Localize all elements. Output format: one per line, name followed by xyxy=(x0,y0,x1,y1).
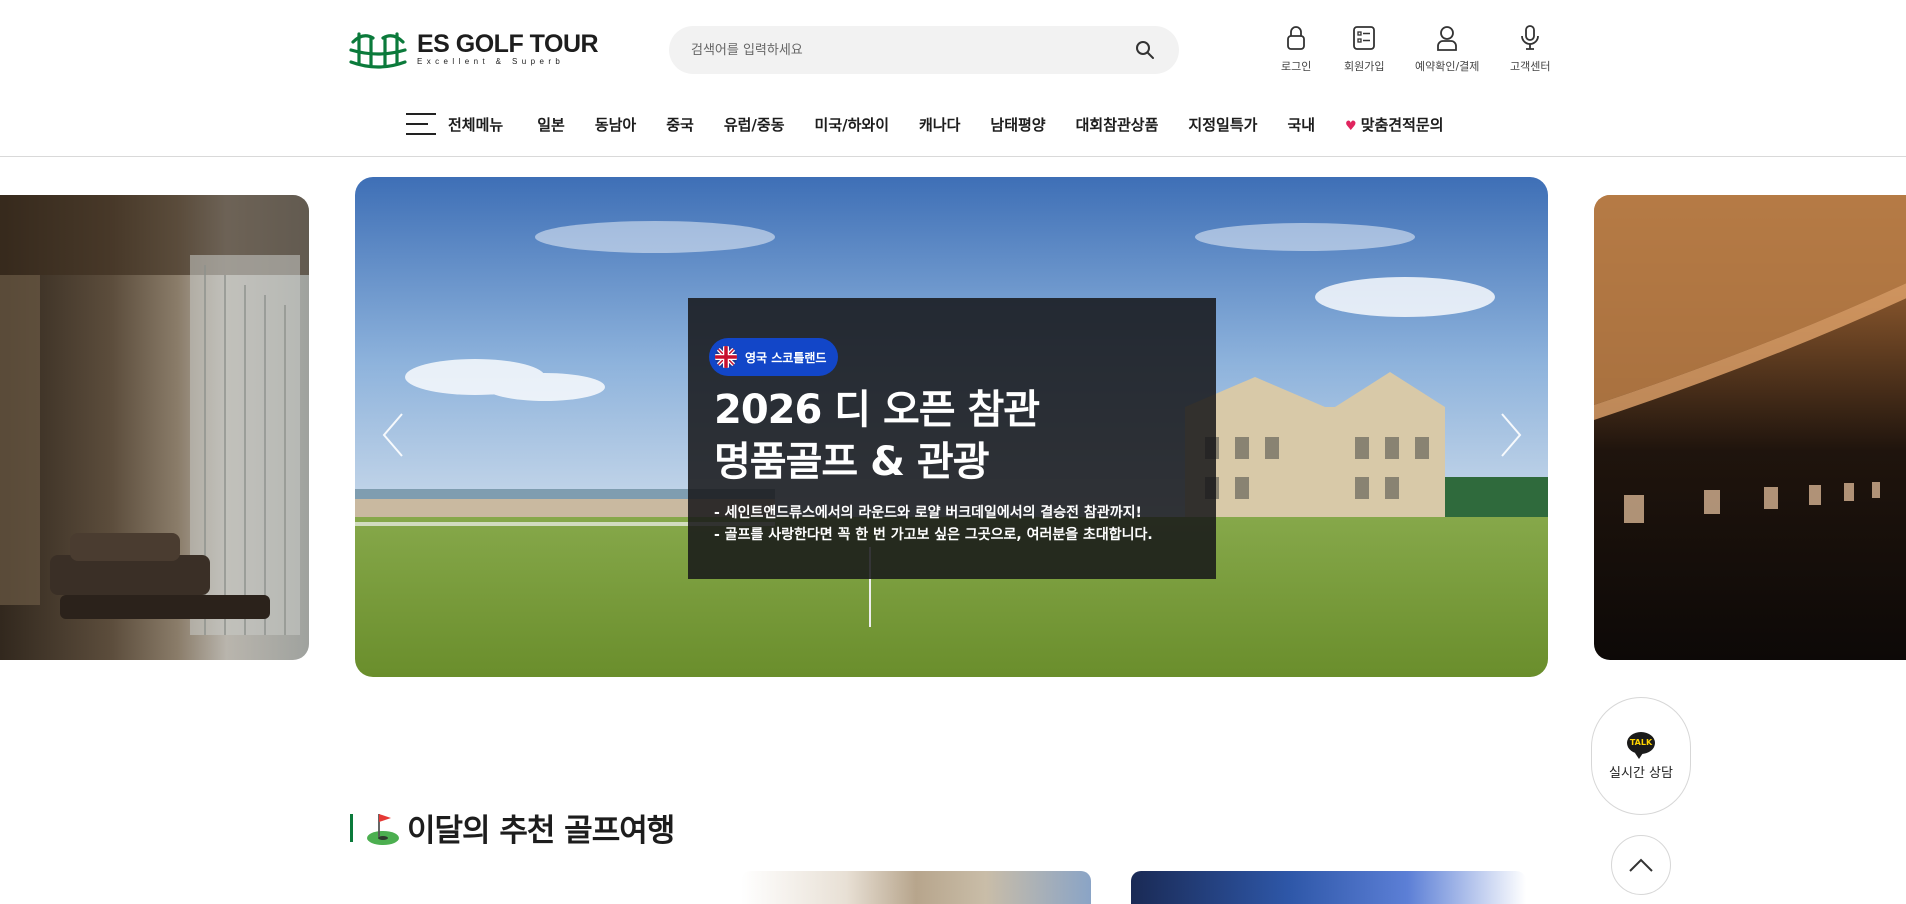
reservation-button[interactable]: 예약확인/결제 xyxy=(1415,24,1479,74)
logo-mark-icon xyxy=(349,32,407,69)
customer-center-button[interactable]: 고객센터 xyxy=(1510,24,1550,74)
golf-flag-icon xyxy=(367,813,399,845)
section-title: 이달의 추천 골프여행 xyxy=(407,813,675,849)
custom-quote-label: 맞춤견적문의 xyxy=(1360,115,1444,134)
slider-prev-arrow-icon[interactable] xyxy=(378,410,408,460)
nav-item-tournament[interactable]: 대회참관상품 xyxy=(1076,114,1159,135)
nav-item-south-pacific[interactable]: 남태평양 xyxy=(990,114,1045,135)
live-chat-button[interactable]: TALK 실시간 상담 xyxy=(1591,697,1691,815)
main-navigation: 전체메뉴 일본 동남아 중국 유럽/중동 미국/하와이 캐나다 남태평양 대회참… xyxy=(406,110,1444,138)
nav-item-custom-quote[interactable]: ♥ 맞춤견적문의 xyxy=(1345,114,1443,135)
slider-next-arrow-icon[interactable] xyxy=(1496,410,1526,460)
logo[interactable]: ES GOLF TOUR Excellent & Superb xyxy=(349,28,599,70)
nav-item-special[interactable]: 지정일특가 xyxy=(1188,114,1257,135)
tour-card-thumbnail[interactable] xyxy=(741,871,1091,904)
nav-item-usa[interactable]: 미국/하와이 xyxy=(815,114,889,135)
slide-desc-line1: - 세인트앤드류스에서의 라운드와 로얄 버크데일에서의 결승전 참관까지! xyxy=(714,505,1142,521)
slide-caption: 영국 스코틀랜드 2026 디 오픈 참관 명품골프 & 관광 - 세인트앤드류… xyxy=(688,298,1216,579)
main-slide[interactable]: 영국 스코틀랜드 2026 디 오픈 참관 명품골프 & 관광 - 세인트앤드류… xyxy=(355,177,1548,677)
signup-button[interactable]: 회원가입 xyxy=(1344,24,1384,74)
heading-accent-bar xyxy=(350,813,353,842)
slide-next-preview[interactable] xyxy=(1594,195,1906,660)
microphone-icon xyxy=(1521,25,1540,50)
nav-item-southeast-asia[interactable]: 동남아 xyxy=(595,114,636,135)
nav-item-china[interactable]: 중국 xyxy=(666,114,694,135)
search-input[interactable] xyxy=(691,42,1133,58)
scroll-top-button[interactable] xyxy=(1611,835,1671,895)
chevron-up-icon xyxy=(1629,858,1653,872)
brand-tagline: Excellent & Superb xyxy=(417,57,565,66)
section-heading: 이달의 추천 골프여행 xyxy=(350,805,675,850)
customer-center-label: 고객센터 xyxy=(1510,60,1551,73)
all-menu-label: 전체메뉴 xyxy=(448,115,504,134)
search-icon[interactable] xyxy=(1133,38,1157,62)
search-bar xyxy=(669,26,1179,74)
tour-card-thumbnail[interactable] xyxy=(1131,871,1526,904)
lock-icon xyxy=(1287,26,1306,50)
login-button[interactable]: 로그인 xyxy=(1281,24,1311,74)
region-badge: 영국 스코틀랜드 xyxy=(709,338,839,376)
slide-desc-line2: - 골프를 사랑한다면 꼭 한 번 가고보 싶은 그곳으로, 여러분을 초대합니… xyxy=(714,527,1153,543)
slide-title-line2: 명품골프 & 관광 xyxy=(714,439,990,485)
all-menu-button[interactable]: 전체메뉴 xyxy=(406,113,503,135)
uk-flag-icon xyxy=(715,346,737,368)
slide-description: - 세인트앤드류스에서의 라운드와 로얄 버크데일에서의 결승전 참관까지! -… xyxy=(714,502,1191,546)
brand-title: ES GOLF TOUR xyxy=(417,30,599,58)
gallery-image xyxy=(1594,195,1906,523)
live-chat-label: 실시간 상담 xyxy=(1609,765,1673,781)
nav-item-japan[interactable]: 일본 xyxy=(537,114,565,135)
heart-icon: ♥ xyxy=(1345,118,1357,134)
user-icon xyxy=(1437,26,1458,51)
nav-item-domestic[interactable]: 국내 xyxy=(1287,114,1315,135)
signup-label: 회원가입 xyxy=(1344,60,1385,73)
nav-item-europe[interactable]: 유럽/중동 xyxy=(724,114,785,135)
region-badge-label: 영국 스코틀랜드 xyxy=(745,350,827,365)
reservation-label: 예약확인/결제 xyxy=(1415,60,1480,73)
form-icon xyxy=(1353,26,1376,50)
site-header: ES GOLF TOUR Excellent & Superb 로그인 회원가입… xyxy=(0,0,1906,157)
talk-bubble-icon: TALK xyxy=(1627,731,1655,759)
slide-prev-preview[interactable] xyxy=(0,195,309,660)
hamburger-icon xyxy=(406,113,436,135)
nav-item-canada[interactable]: 캐나다 xyxy=(919,114,960,135)
login-label: 로그인 xyxy=(1281,60,1312,73)
slide-title: 2026 디 오픈 참관 명품골프 & 관광 xyxy=(714,384,1191,488)
slide-title-line1: 2026 디 오픈 참관 xyxy=(714,387,1040,433)
lounge-image xyxy=(0,195,309,635)
